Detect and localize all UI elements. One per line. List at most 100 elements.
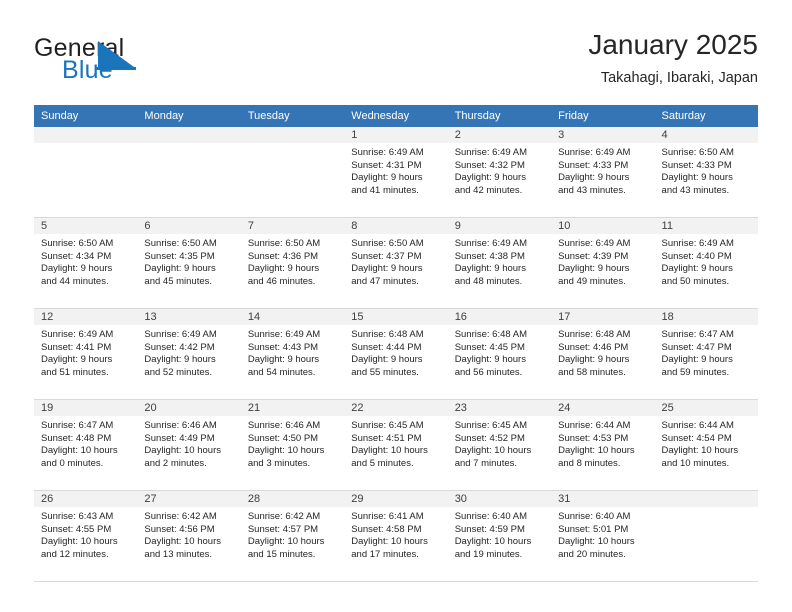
calendar-day-cell[interactable]: 20 Sunrise: 6:46 AM Sunset: 4:49 PM Dayligh… [137, 399, 241, 491]
daylight-duration-line1: Daylight: 10 hours [247, 536, 325, 548]
sunrise-time: Sunrise: 6:49 AM [558, 238, 631, 249]
day-details: Sunrise: 6:50 AM Sunset: 4:34 PM Daylight:… [34, 234, 137, 288]
sunset-time: Sunset: 4:57 PM [247, 523, 319, 535]
daylight-duration-line1: Daylight: 9 hours [144, 263, 216, 275]
day-number: 14 [240, 309, 345, 325]
calendar-day-cell[interactable]: 4 Sunrise: 6:50 AM Sunset: 4:33 PM Daylight… [654, 127, 758, 218]
day-details: Sunrise: 6:49 AM Sunset: 4:43 PM Daylight:… [241, 325, 344, 379]
sunset-time: Sunset: 4:37 PM [351, 250, 422, 262]
daylight-duration-line1: Daylight: 9 hours [351, 263, 423, 275]
calendar-day-cell[interactable]: 27 Sunrise: 6:42 AM Sunset: 4:56 PM Dayligh… [137, 490, 241, 582]
day-details: Sunrise: 6:49 AM Sunset: 4:39 PM Daylight:… [551, 234, 654, 288]
day-number: 3 [551, 127, 655, 143]
sunset-time: Sunset: 4:36 PM [247, 250, 319, 262]
calendar-day-cell[interactable]: 15 Sunrise: 6:48 AM Sunset: 4:44 PM Dayligh… [344, 308, 448, 400]
sunset-time: Sunset: 4:58 PM [351, 523, 422, 535]
calendar-day-cell[interactable]: 17 Sunrise: 6:48 AM Sunset: 4:46 PM Dayligh… [551, 308, 655, 400]
calendar-day-cell[interactable]: 3 Sunrise: 6:49 AM Sunset: 4:33 PM Daylight… [551, 127, 655, 218]
day-details: Sunrise: 6:46 AM Sunset: 4:49 PM Daylight:… [137, 416, 240, 470]
sunset-time: Sunset: 4:46 PM [558, 341, 629, 353]
daylight-duration-line2: and 20 minutes. [558, 548, 626, 560]
daylight-duration-line2: and 41 minutes. [351, 184, 419, 196]
sunset-time: Sunset: 4:49 PM [144, 432, 215, 444]
calendar-day-cell[interactable]: 28 Sunrise: 6:42 AM Sunset: 4:57 PM Dayligh… [240, 490, 345, 582]
day-number: 27 [137, 491, 241, 507]
daylight-duration-line2: and 43 minutes. [661, 184, 730, 196]
daylight-duration-line2: and 19 minutes. [454, 548, 523, 560]
calendar-day-cell[interactable]: 6 Sunrise: 6:50 AM Sunset: 4:35 PM Daylight… [137, 217, 241, 309]
weekday-header-sunday: Sunday [34, 105, 138, 127]
calendar-day-cell[interactable]: 8 Sunrise: 6:50 AM Sunset: 4:37 PM Daylight… [344, 217, 448, 309]
calendar-day-cell[interactable]: 25 Sunrise: 6:44 AM Sunset: 4:54 PM Dayligh… [654, 399, 758, 491]
calendar-day-cell[interactable]: 29 Sunrise: 6:41 AM Sunset: 4:58 PM Dayligh… [344, 490, 448, 582]
daylight-duration-line1: Daylight: 9 hours [558, 354, 630, 366]
daylight-duration-line1: Daylight: 9 hours [41, 263, 113, 275]
calendar-day-cell[interactable]: 11 Sunrise: 6:49 AM Sunset: 4:40 PM Dayligh… [654, 217, 758, 309]
calendar-day-cell[interactable]: 23 Sunrise: 6:45 AM Sunset: 4:52 PM Dayligh… [447, 399, 552, 491]
day-number: 20 [137, 400, 241, 416]
calendar-day-cell[interactable]: 10 Sunrise: 6:49 AM Sunset: 4:39 PM Dayligh… [551, 217, 655, 309]
daylight-duration-line2: and 56 minutes. [454, 366, 523, 378]
daylight-duration-line1: Daylight: 9 hours [558, 263, 630, 275]
calendar-day-cell[interactable]: 1 Sunrise: 6:49 AM Sunset: 4:31 PM Daylight… [344, 127, 448, 218]
calendar-day-cell[interactable]: 13 Sunrise: 6:49 AM Sunset: 4:42 PM Dayligh… [137, 308, 241, 400]
daylight-duration-line1: Daylight: 10 hours [41, 536, 118, 548]
daylight-duration-line2: and 45 minutes. [144, 275, 213, 287]
weekday-header-wednesday: Wednesday [344, 105, 448, 127]
day-details: Sunrise: 6:42 AM Sunset: 4:57 PM Daylight:… [241, 507, 344, 561]
sunset-time: Sunset: 4:32 PM [454, 159, 525, 171]
calendar-day-cell[interactable]: 14 Sunrise: 6:49 AM Sunset: 4:43 PM Dayligh… [240, 308, 345, 400]
weekday-header-friday: Friday [551, 105, 655, 127]
sunrise-time: Sunrise: 6:49 AM [144, 329, 217, 340]
calendar-day-cell[interactable]: 31 Sunrise: 6:40 AM Sunset: 5:01 PM Dayligh… [551, 490, 655, 582]
sunset-time: Sunset: 4:31 PM [351, 159, 422, 171]
day-number: 19 [34, 400, 138, 416]
day-details: Sunrise: 6:50 AM Sunset: 4:37 PM Daylight:… [344, 234, 447, 288]
calendar-day-cell[interactable]: 18 Sunrise: 6:47 AM Sunset: 4:47 PM Dayligh… [654, 308, 758, 400]
calendar-day-cell[interactable]: 19 Sunrise: 6:47 AM Sunset: 4:48 PM Dayligh… [34, 399, 138, 491]
day-number: 22 [344, 400, 448, 416]
calendar-day-cell[interactable]: 26 Sunrise: 6:43 AM Sunset: 4:55 PM Dayligh… [34, 490, 138, 582]
logo-text-blue: Blue [62, 56, 113, 84]
sunrise-time: Sunrise: 6:47 AM [41, 420, 114, 431]
daylight-duration-line1: Daylight: 9 hours [454, 172, 526, 184]
daylight-duration-line2: and 17 minutes. [351, 548, 419, 560]
calendar-day-cell[interactable]: 24 Sunrise: 6:44 AM Sunset: 4:53 PM Dayligh… [551, 399, 655, 491]
day-number-bar [240, 127, 345, 143]
daylight-duration-line2: and 3 minutes. [247, 457, 311, 469]
day-number: 16 [447, 309, 552, 325]
calendar-day-cell[interactable]: 5 Sunrise: 6:50 AM Sunset: 4:34 PM Daylight… [34, 217, 138, 309]
sunrise-time: Sunrise: 6:40 AM [454, 511, 528, 522]
day-details: Sunrise: 6:43 AM Sunset: 4:55 PM Daylight:… [34, 507, 137, 561]
calendar-day-cell[interactable]: 22 Sunrise: 6:45 AM Sunset: 4:51 PM Dayligh… [344, 399, 448, 491]
calendar-day-cell[interactable]: 21 Sunrise: 6:46 AM Sunset: 4:50 PM Dayligh… [240, 399, 345, 491]
weekday-header-monday: Monday [137, 105, 241, 127]
calendar-day-cell[interactable]: 30 Sunrise: 6:40 AM Sunset: 4:59 PM Dayligh… [447, 490, 552, 582]
sunset-time: Sunset: 4:48 PM [41, 432, 112, 444]
calendar-day-cell[interactable]: 12 Sunrise: 6:49 AM Sunset: 4:41 PM Dayligh… [34, 308, 138, 400]
sunset-time: Sunset: 5:01 PM [558, 523, 629, 535]
sunrise-time: Sunrise: 6:50 AM [247, 238, 321, 249]
day-details: Sunrise: 6:47 AM Sunset: 4:47 PM Daylight:… [655, 325, 758, 379]
calendar-day-cell[interactable]: 7 Sunrise: 6:50 AM Sunset: 4:36 PM Daylight… [240, 217, 345, 309]
day-number-bar [34, 127, 138, 143]
daylight-duration-line1: Daylight: 10 hours [144, 536, 221, 548]
sunset-time: Sunset: 4:54 PM [661, 432, 732, 444]
daylight-duration-line2: and 58 minutes. [558, 366, 626, 378]
sunrise-time: Sunrise: 6:42 AM [247, 511, 321, 522]
day-number-bar [654, 491, 758, 507]
day-number: 2 [447, 127, 552, 143]
day-number: 23 [447, 400, 552, 416]
day-details: Sunrise: 6:44 AM Sunset: 4:53 PM Daylight:… [551, 416, 654, 470]
day-number: 7 [240, 218, 345, 234]
daylight-duration-line2: and 51 minutes. [41, 366, 109, 378]
day-details: Sunrise: 6:46 AM Sunset: 4:50 PM Daylight:… [241, 416, 344, 470]
calendar-day-cell[interactable]: 2 Sunrise: 6:49 AM Sunset: 4:32 PM Daylight… [447, 127, 552, 218]
sunset-time: Sunset: 4:51 PM [351, 432, 422, 444]
day-number: 28 [240, 491, 345, 507]
calendar-day-cell[interactable]: 16 Sunrise: 6:48 AM Sunset: 4:45 PM Dayligh… [447, 308, 552, 400]
sunrise-time: Sunrise: 6:50 AM [41, 238, 114, 249]
day-details: Sunrise: 6:49 AM Sunset: 4:40 PM Daylight:… [655, 234, 758, 288]
weekday-header-tuesday: Tuesday [240, 105, 345, 127]
calendar-day-cell[interactable]: 9 Sunrise: 6:49 AM Sunset: 4:38 PM Daylight… [447, 217, 552, 309]
